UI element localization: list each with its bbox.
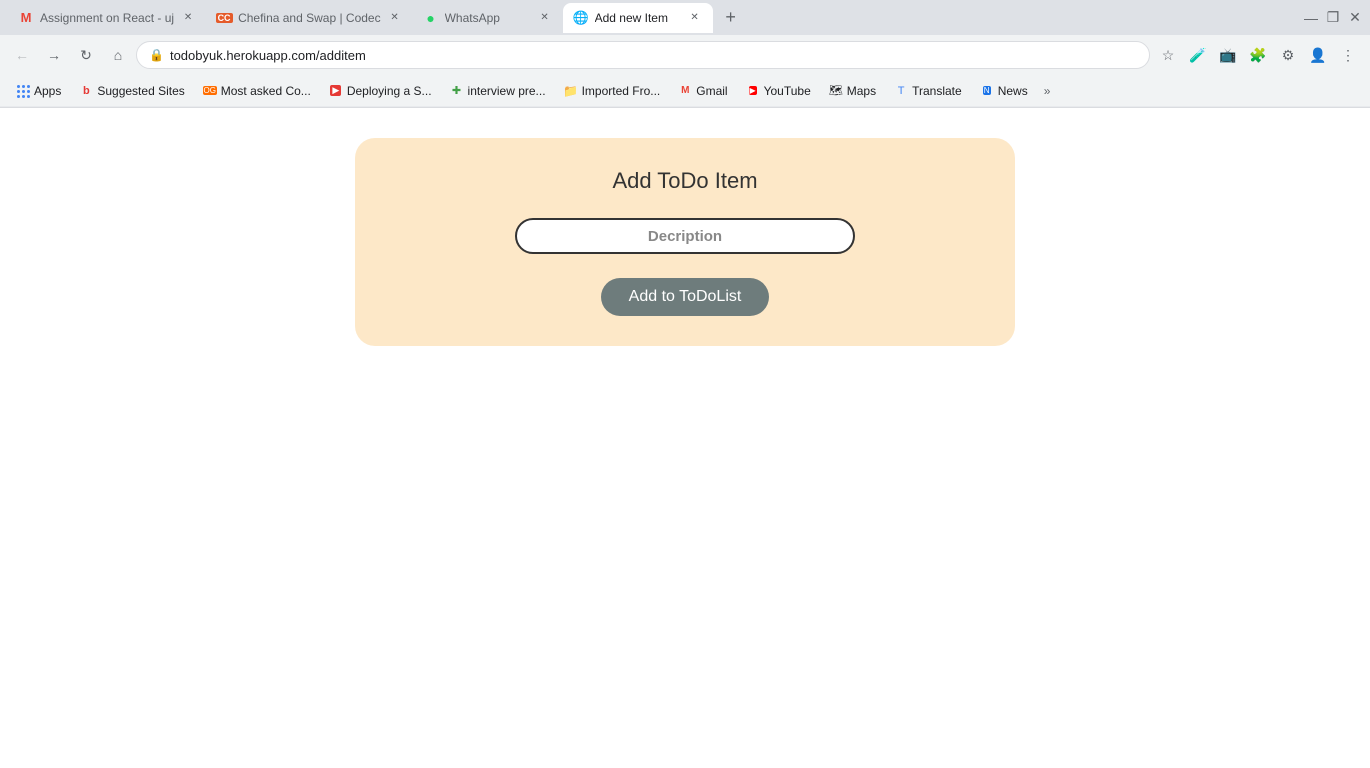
back-button[interactable]: ← — [8, 41, 36, 69]
tab-favicon-whatsapp: ● — [423, 10, 439, 26]
bookmark-gmail-label: Gmail — [696, 84, 727, 98]
translate-favicon: T — [894, 84, 908, 98]
page-content: Add ToDo Item Add to ToDoList — [0, 108, 1370, 768]
bookmark-apps[interactable]: Apps — [8, 79, 69, 103]
browser-labs-button[interactable]: 🧪 — [1184, 41, 1212, 69]
gmail-favicon: M — [678, 84, 692, 98]
bookmark-maps-label: Maps — [847, 84, 876, 98]
menu-button[interactable]: ⋮ — [1334, 41, 1362, 69]
add-todolist-button[interactable]: Add to ToDoList — [601, 278, 770, 316]
tab-whatsapp[interactable]: ● WhatsApp ✕ — [413, 3, 563, 33]
window-controls: — ❐ ✕ — [1304, 11, 1362, 25]
tab-favicon-gmail: M — [18, 10, 34, 26]
title-bar: M Assignment on React - uj ✕ CC Chefina … — [0, 0, 1370, 35]
suggested-favicon: b — [79, 84, 93, 98]
maps-favicon: 🗺 — [829, 84, 843, 98]
profile-button[interactable]: 👤 — [1304, 41, 1332, 69]
apps-favicon — [16, 84, 30, 98]
bookmark-mostasked[interactable]: OG Most asked Co... — [195, 79, 319, 103]
tab-title-whatsapp: WhatsApp — [445, 11, 531, 25]
bookmark-apps-label: Apps — [34, 84, 61, 98]
tab-additem[interactable]: 🌐 Add new Item ✕ — [563, 3, 713, 33]
browser-chrome: M Assignment on React - uj ✕ CC Chefina … — [0, 0, 1370, 108]
bookmarks-bar: Apps b Suggested Sites OG Most asked Co.… — [0, 75, 1370, 107]
refresh-button[interactable]: ↻ — [72, 41, 100, 69]
forward-button[interactable]: → — [40, 41, 68, 69]
bookmark-interview-label: interview pre... — [468, 84, 546, 98]
bookmark-translate[interactable]: T Translate — [886, 79, 970, 103]
bookmark-news-label: News — [998, 84, 1028, 98]
tab-chefina[interactable]: CC Chefina and Swap | Codec ✕ — [206, 3, 413, 33]
lock-icon: 🔒 — [149, 48, 164, 62]
imported-favicon: 📁 — [564, 84, 578, 98]
bookmark-translate-label: Translate — [912, 84, 962, 98]
tab-title-additem: Add new Item — [595, 11, 681, 25]
home-button[interactable]: ⌂ — [104, 41, 132, 69]
tab-title-assignment: Assignment on React - uj — [40, 11, 174, 25]
bookmark-youtube-label: YouTube — [764, 84, 811, 98]
mostasked-favicon: OG — [203, 84, 217, 98]
bookmark-imported-label: Imported Fro... — [582, 84, 661, 98]
tab-close-chefina[interactable]: ✕ — [387, 10, 403, 26]
bookmark-interview[interactable]: ✚ interview pre... — [442, 79, 554, 103]
news-favicon: N — [980, 84, 994, 98]
bookmark-maps[interactable]: 🗺 Maps — [821, 79, 884, 103]
bookmark-deploying-label: Deploying a S... — [347, 84, 432, 98]
address-bar: ← → ↻ ⌂ 🔒 ☆ 🧪 📺 🧩 ⚙ 👤 ⋮ — [0, 35, 1370, 75]
address-input[interactable] — [170, 48, 1137, 63]
extensions-button[interactable]: 🧩 — [1244, 41, 1272, 69]
tab-favicon-globe: 🌐 — [573, 10, 589, 26]
new-tab-button[interactable]: + — [717, 4, 745, 32]
close-button[interactable]: ✕ — [1348, 11, 1362, 25]
youtube-favicon: ▶ — [746, 84, 760, 98]
maximize-button[interactable]: ❐ — [1326, 11, 1340, 25]
minimize-button[interactable]: — — [1304, 11, 1318, 25]
todo-card: Add ToDo Item Add to ToDoList — [355, 138, 1015, 346]
bookmark-imported[interactable]: 📁 Imported Fro... — [556, 79, 669, 103]
address-bar-input-wrap[interactable]: 🔒 — [136, 41, 1150, 69]
bookmark-gmail[interactable]: M Gmail — [670, 79, 735, 103]
bookmark-mostasked-label: Most asked Co... — [221, 84, 311, 98]
tab-title-chefina: Chefina and Swap | Codec — [238, 11, 381, 25]
description-input[interactable] — [515, 218, 855, 254]
bookmark-youtube[interactable]: ▶ YouTube — [738, 79, 819, 103]
tab-close-additem[interactable]: ✕ — [687, 10, 703, 26]
tab-close-whatsapp[interactable]: ✕ — [537, 10, 553, 26]
interview-favicon: ✚ — [450, 84, 464, 98]
bookmark-star-button[interactable]: ☆ — [1154, 41, 1182, 69]
bookmarks-more-button[interactable]: » — [1038, 79, 1057, 103]
tab-assignment[interactable]: M Assignment on React - uj ✕ — [8, 3, 206, 33]
bookmark-deploying[interactable]: ▶ Deploying a S... — [321, 79, 440, 103]
bookmark-suggested-label: Suggested Sites — [97, 84, 184, 98]
tab-close-assignment[interactable]: ✕ — [180, 10, 196, 26]
extensions-puzzle-button[interactable]: ⚙ — [1274, 41, 1302, 69]
tab-favicon-cc: CC — [216, 10, 232, 26]
bookmark-news[interactable]: N News — [972, 79, 1036, 103]
bookmark-suggested[interactable]: b Suggested Sites — [71, 79, 192, 103]
todo-title: Add ToDo Item — [612, 168, 757, 194]
deploying-favicon: ▶ — [329, 84, 343, 98]
cast-button[interactable]: 📺 — [1214, 41, 1242, 69]
address-actions: ☆ 🧪 📺 🧩 ⚙ 👤 ⋮ — [1154, 41, 1362, 69]
